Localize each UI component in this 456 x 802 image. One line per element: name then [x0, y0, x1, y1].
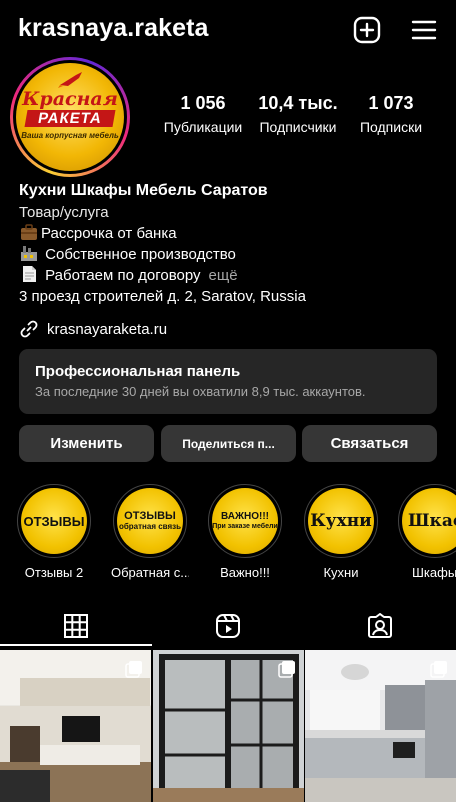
edit-profile-button[interactable]: Изменить: [19, 425, 154, 462]
profile-tabs: [0, 603, 456, 649]
bio-address[interactable]: 3 проезд строителей д. 2, Saratov, Russi…: [19, 286, 439, 307]
website-link[interactable]: krasnayaraketa.ru: [19, 319, 167, 339]
highlight-kitchens[interactable]: Кухни Кухни: [302, 484, 380, 580]
tab-tagged[interactable]: [304, 603, 456, 649]
bio-line-contract-text: Работаем по договору: [41, 267, 201, 284]
avatar[interactable]: Красная РАКЕТА Ваша корпусная мебель: [10, 57, 130, 177]
highlight-label: Отзывы 2: [24, 565, 84, 580]
briefcase-emoji-icon: [21, 224, 37, 240]
stat-posts-label: Публикации: [163, 119, 243, 135]
highlight-label: Важно!!!: [220, 565, 270, 580]
avatar-logo: Красная РАКЕТА Ваша корпусная мебель: [16, 63, 124, 171]
website-link-text: krasnayaraketa.ru: [47, 320, 168, 338]
professional-dashboard[interactable]: Профессиональная панель За последние 30 …: [19, 349, 437, 414]
bio-line-production-text: Собственное производство: [41, 246, 236, 263]
share-profile-button[interactable]: Поделиться п...: [161, 425, 296, 462]
stat-posts[interactable]: 1 056 Публикации: [160, 93, 246, 135]
highlight-cover: Кухни: [308, 488, 374, 554]
avatar-logo-line1: Красная: [22, 88, 118, 110]
bio-more-link[interactable]: ещё: [209, 267, 238, 284]
carousel-icon: [278, 661, 295, 678]
stat-posts-value: 1 056: [180, 93, 226, 113]
reels-icon: [216, 614, 240, 638]
tagged-user-icon: [368, 613, 392, 638]
stat-following-value: 1 073: [368, 93, 414, 113]
highlight-label: Кухни: [323, 565, 359, 580]
highlight-ring: Кухни: [304, 484, 378, 558]
highlight-cover-subtext: обратная связь: [118, 522, 182, 531]
rocket-icon: [58, 72, 82, 88]
stat-followers-value: 10,4 тыс.: [258, 93, 338, 113]
avatar-border: Красная РАКЕТА Ваша корпусная мебель: [13, 60, 127, 174]
document-emoji-icon: [23, 266, 36, 282]
bio-category[interactable]: Товар/услуга: [19, 202, 439, 223]
tab-posts-grid[interactable]: [0, 603, 152, 649]
carousel-icon: [430, 661, 447, 678]
highlight-cover: Шкаф: [402, 488, 456, 554]
bio-line-installment-text: Рассрочка от банка: [41, 225, 177, 242]
avatar-logo-line3: Ваша корпусная мебель: [21, 131, 119, 140]
link-icon: [20, 320, 38, 338]
highlight-ring: Шкаф: [398, 484, 456, 558]
profile-bio: Кухни Шкафы Мебель Саратов Товар/услуга …: [19, 180, 439, 307]
highlight-feedback[interactable]: ОТЗЫВЫ обратная связь Обратная с...: [111, 484, 189, 580]
posts-grid: [0, 650, 456, 802]
professional-dashboard-title: Профессиональная панель: [35, 363, 241, 380]
professional-dashboard-subtitle: За последние 30 дней вы охватили 8,9 тыс…: [35, 384, 366, 399]
stat-following[interactable]: 1 073 Подписки: [348, 93, 434, 135]
highlight-ring: ОТЗЫВЫ обратная связь: [113, 484, 187, 558]
stat-followers[interactable]: 10,4 тыс. Подписчики: [252, 93, 344, 135]
highlight-cover: ОТЗЫВЫ: [21, 488, 87, 554]
tab-reels[interactable]: [152, 603, 304, 649]
bio-name: Кухни Шкафы Мебель Саратов: [19, 182, 268, 199]
bio-line-installment: Рассрочка от банка: [19, 223, 439, 244]
highlight-reviews[interactable]: ОТЗЫВЫ Отзывы 2: [15, 484, 93, 580]
avatar-logo-line2: РАКЕТА: [24, 110, 116, 127]
highlight-cover-text: ОТЗЫВЫ: [23, 513, 85, 529]
plus-square-icon[interactable]: [353, 16, 381, 44]
highlight-label: Шкафы: [412, 565, 456, 580]
post-thumbnail[interactable]: [305, 650, 456, 802]
highlight-cover: ВАЖНО!!! При заказе мебели: [212, 488, 278, 554]
active-tab-indicator: [0, 644, 152, 646]
highlight-ring: ВАЖНО!!! При заказе мебели: [208, 484, 282, 558]
highlight-ring: ОТЗЫВЫ: [17, 484, 91, 558]
stat-followers-label: Подписчики: [259, 119, 337, 135]
grid-icon: [64, 614, 88, 638]
highlight-wardrobes[interactable]: Шкаф Шкафы: [398, 484, 456, 580]
factory-emoji-icon: [21, 246, 37, 261]
top-bar: krasnaya.raketa: [0, 0, 456, 62]
profile-username[interactable]: krasnaya.raketa: [18, 14, 209, 43]
post-thumbnail[interactable]: [0, 650, 151, 802]
highlight-cover-subtext: При заказе мебели: [212, 522, 278, 530]
highlight-cover: ОТЗЫВЫ обратная связь: [117, 488, 183, 554]
highlight-label: Обратная с...: [111, 565, 189, 580]
bio-line-production: Собственное производство: [19, 244, 439, 265]
carousel-icon: [125, 661, 142, 678]
bio-line-contract: Работаем по договору ещё: [19, 265, 439, 286]
highlight-cover-text: Шкаф: [408, 511, 456, 531]
highlight-cover-text: ОТЗЫВЫ: [124, 510, 176, 522]
highlight-cover-text: Кухни: [310, 511, 372, 531]
hamburger-menu-icon[interactable]: [410, 16, 438, 44]
highlight-important[interactable]: ВАЖНО!!! При заказе мебели Важно!!!: [206, 484, 284, 580]
post-thumbnail[interactable]: [153, 650, 304, 802]
highlight-cover-text: ВАЖНО!!!: [221, 510, 269, 522]
stat-following-label: Подписки: [359, 119, 423, 135]
contact-button[interactable]: Связаться: [302, 425, 437, 462]
